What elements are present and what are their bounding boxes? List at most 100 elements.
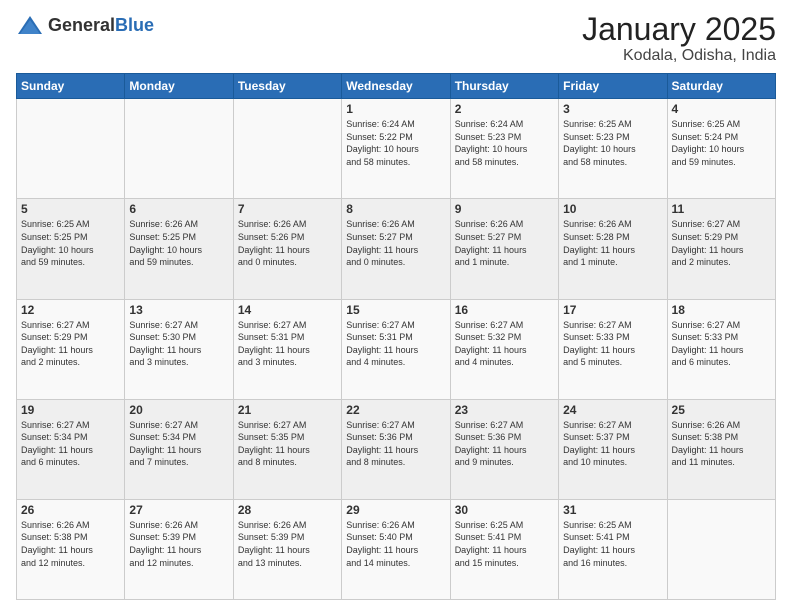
table-row: 15 Sunrise: 6:27 AM Sunset: 5:31 PM Dayli… <box>342 299 450 399</box>
day-number: 24 <box>563 403 662 417</box>
table-row: 24 Sunrise: 6:27 AM Sunset: 5:37 PM Dayli… <box>559 399 667 499</box>
col-wednesday: Wednesday <box>342 74 450 99</box>
day-info: Sunrise: 6:27 AM Sunset: 5:32 PM Dayligh… <box>455 319 554 369</box>
calendar-week-row: 1 Sunrise: 6:24 AM Sunset: 5:22 PM Daylig… <box>17 99 776 199</box>
header: GeneralBlue January 2025 Kodala, Odisha,… <box>16 12 776 65</box>
day-number: 22 <box>346 403 445 417</box>
table-row: 21Sunrise: 6:27 AM Sunset: 5:35 PM Dayli… <box>233 399 341 499</box>
day-info: Sunrise: 6:25 AM Sunset: 5:25 PM Dayligh… <box>21 218 120 268</box>
table-row: 31 Sunrise: 6:25 AM Sunset: 5:41 PM Dayli… <box>559 499 667 599</box>
calendar-week-row: 19Sunrise: 6:27 AM Sunset: 5:34 PM Dayli… <box>17 399 776 499</box>
day-number: 17 <box>563 303 662 317</box>
table-row: 29Sunrise: 6:26 AM Sunset: 5:40 PM Dayli… <box>342 499 450 599</box>
table-row: 4Sunrise: 6:25 AM Sunset: 5:24 PM Daylig… <box>667 99 775 199</box>
day-info: Sunrise: 6:27 AM Sunset: 5:31 PM Dayligh… <box>238 319 337 369</box>
table-row: 22 Sunrise: 6:27 AM Sunset: 5:36 PM Dayli… <box>342 399 450 499</box>
calendar-table: Sunday Monday Tuesday Wednesday Thursday… <box>16 73 776 600</box>
day-info: Sunrise: 6:25 AM Sunset: 5:24 PM Dayligh… <box>672 118 771 168</box>
col-tuesday: Tuesday <box>233 74 341 99</box>
day-number: 1 <box>346 102 445 116</box>
logo-blue: Blue <box>115 15 154 35</box>
table-row: 19Sunrise: 6:27 AM Sunset: 5:34 PM Dayli… <box>17 399 125 499</box>
table-row: 20Sunrise: 6:27 AM Sunset: 5:34 PM Dayli… <box>125 399 233 499</box>
day-info: Sunrise: 6:27 AM Sunset: 5:33 PM Dayligh… <box>672 319 771 369</box>
day-number: 26 <box>21 503 120 517</box>
day-number: 6 <box>129 202 228 216</box>
day-number: 23 <box>455 403 554 417</box>
location-title: Kodala, Odisha, India <box>582 47 776 65</box>
day-number: 11 <box>672 202 771 216</box>
col-sunday: Sunday <box>17 74 125 99</box>
day-info: Sunrise: 6:25 AM Sunset: 5:41 PM Dayligh… <box>455 519 554 569</box>
table-row: 30 Sunrise: 6:25 AM Sunset: 5:41 PM Dayli… <box>450 499 558 599</box>
table-row <box>233 99 341 199</box>
title-block: January 2025 Kodala, Odisha, India <box>582 12 776 65</box>
table-row: 16 Sunrise: 6:27 AM Sunset: 5:32 PM Dayli… <box>450 299 558 399</box>
table-row: 23 Sunrise: 6:27 AM Sunset: 5:36 PM Dayli… <box>450 399 558 499</box>
calendar-week-row: 26 Sunrise: 6:26 AM Sunset: 5:38 PM Dayli… <box>17 499 776 599</box>
table-row: 11 Sunrise: 6:27 AM Sunset: 5:29 PM Dayli… <box>667 199 775 299</box>
day-info: Sunrise: 6:25 AM Sunset: 5:41 PM Dayligh… <box>563 519 662 569</box>
table-row: 13 Sunrise: 6:27 AM Sunset: 5:30 PM Dayli… <box>125 299 233 399</box>
table-row: 6Sunrise: 6:26 AM Sunset: 5:25 PM Daylig… <box>125 199 233 299</box>
day-number: 30 <box>455 503 554 517</box>
table-row <box>17 99 125 199</box>
table-row: 25 Sunrise: 6:26 AM Sunset: 5:38 PM Dayli… <box>667 399 775 499</box>
day-info: Sunrise: 6:27 AM Sunset: 5:36 PM Dayligh… <box>346 419 445 469</box>
day-info: Sunrise: 6:27 AM Sunset: 5:34 PM Dayligh… <box>21 419 120 469</box>
table-row: 14 Sunrise: 6:27 AM Sunset: 5:31 PM Dayli… <box>233 299 341 399</box>
day-number: 20 <box>129 403 228 417</box>
table-row: 27 Sunrise: 6:26 AM Sunset: 5:39 PM Dayli… <box>125 499 233 599</box>
day-number: 10 <box>563 202 662 216</box>
day-number: 3 <box>563 102 662 116</box>
col-friday: Friday <box>559 74 667 99</box>
day-number: 28 <box>238 503 337 517</box>
col-saturday: Saturday <box>667 74 775 99</box>
day-info: Sunrise: 6:24 AM Sunset: 5:22 PM Dayligh… <box>346 118 445 168</box>
day-number: 13 <box>129 303 228 317</box>
logo: GeneralBlue <box>16 12 154 40</box>
day-number: 18 <box>672 303 771 317</box>
day-info: Sunrise: 6:27 AM Sunset: 5:31 PM Dayligh… <box>346 319 445 369</box>
day-info: Sunrise: 6:27 AM Sunset: 5:29 PM Dayligh… <box>672 218 771 268</box>
table-row: 1 Sunrise: 6:24 AM Sunset: 5:22 PM Daylig… <box>342 99 450 199</box>
day-info: Sunrise: 6:26 AM Sunset: 5:38 PM Dayligh… <box>672 419 771 469</box>
day-info: Sunrise: 6:26 AM Sunset: 5:27 PM Dayligh… <box>455 218 554 268</box>
day-number: 21 <box>238 403 337 417</box>
day-info: Sunrise: 6:27 AM Sunset: 5:37 PM Dayligh… <box>563 419 662 469</box>
day-info: Sunrise: 6:26 AM Sunset: 5:28 PM Dayligh… <box>563 218 662 268</box>
table-row: 2 Sunrise: 6:24 AM Sunset: 5:23 PM Daylig… <box>450 99 558 199</box>
day-number: 12 <box>21 303 120 317</box>
day-number: 15 <box>346 303 445 317</box>
table-row: 26 Sunrise: 6:26 AM Sunset: 5:38 PM Dayli… <box>17 499 125 599</box>
day-number: 31 <box>563 503 662 517</box>
table-row: 18 Sunrise: 6:27 AM Sunset: 5:33 PM Dayli… <box>667 299 775 399</box>
day-number: 2 <box>455 102 554 116</box>
day-info: Sunrise: 6:26 AM Sunset: 5:27 PM Dayligh… <box>346 218 445 268</box>
table-row: 17Sunrise: 6:27 AM Sunset: 5:33 PM Dayli… <box>559 299 667 399</box>
table-row: 7 Sunrise: 6:26 AM Sunset: 5:26 PM Daylig… <box>233 199 341 299</box>
day-number: 27 <box>129 503 228 517</box>
day-number: 14 <box>238 303 337 317</box>
day-info: Sunrise: 6:27 AM Sunset: 5:36 PM Dayligh… <box>455 419 554 469</box>
page: GeneralBlue January 2025 Kodala, Odisha,… <box>0 0 792 612</box>
day-info: Sunrise: 6:27 AM Sunset: 5:30 PM Dayligh… <box>129 319 228 369</box>
table-row: 5 Sunrise: 6:25 AM Sunset: 5:25 PM Daylig… <box>17 199 125 299</box>
day-info: Sunrise: 6:26 AM Sunset: 5:38 PM Dayligh… <box>21 519 120 569</box>
day-info: Sunrise: 6:25 AM Sunset: 5:23 PM Dayligh… <box>563 118 662 168</box>
day-number: 5 <box>21 202 120 216</box>
table-row: 10 Sunrise: 6:26 AM Sunset: 5:28 PM Dayli… <box>559 199 667 299</box>
day-number: 25 <box>672 403 771 417</box>
table-row: 8Sunrise: 6:26 AM Sunset: 5:27 PM Daylig… <box>342 199 450 299</box>
col-thursday: Thursday <box>450 74 558 99</box>
day-info: Sunrise: 6:24 AM Sunset: 5:23 PM Dayligh… <box>455 118 554 168</box>
day-number: 16 <box>455 303 554 317</box>
calendar-week-row: 12Sunrise: 6:27 AM Sunset: 5:29 PM Dayli… <box>17 299 776 399</box>
logo-general: General <box>48 15 115 35</box>
table-row: 28Sunrise: 6:26 AM Sunset: 5:39 PM Dayli… <box>233 499 341 599</box>
day-number: 7 <box>238 202 337 216</box>
col-monday: Monday <box>125 74 233 99</box>
day-info: Sunrise: 6:26 AM Sunset: 5:40 PM Dayligh… <box>346 519 445 569</box>
day-info: Sunrise: 6:26 AM Sunset: 5:39 PM Dayligh… <box>129 519 228 569</box>
day-info: Sunrise: 6:26 AM Sunset: 5:26 PM Dayligh… <box>238 218 337 268</box>
